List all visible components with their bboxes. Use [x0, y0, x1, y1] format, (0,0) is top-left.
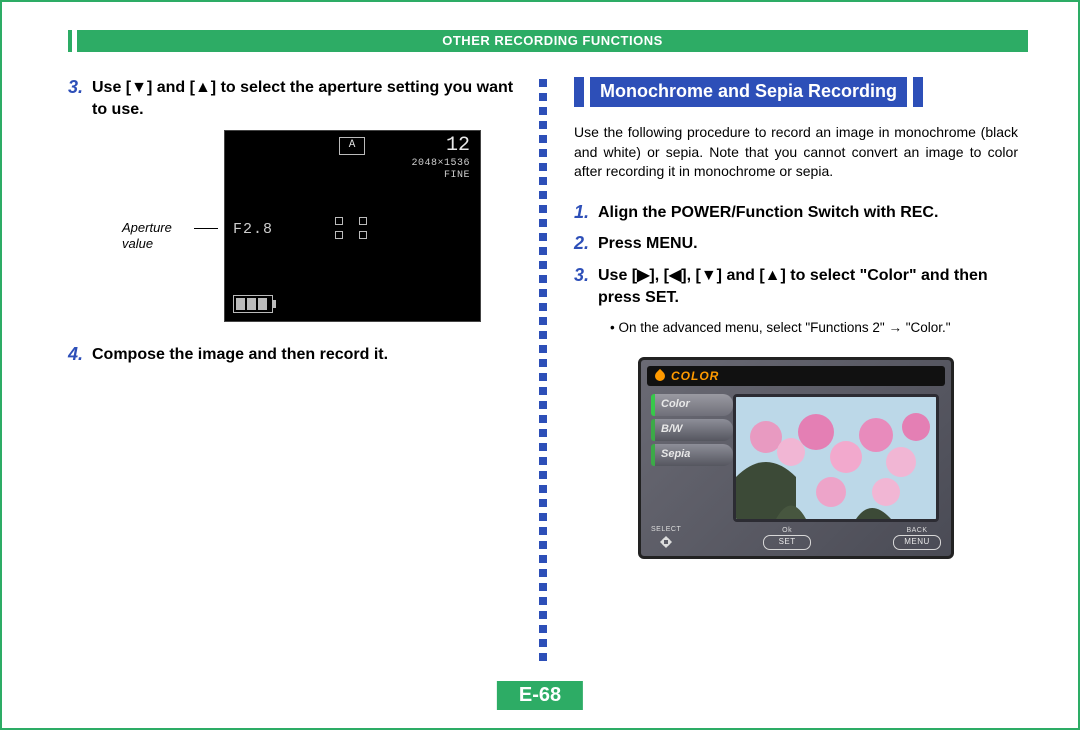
- color-preview: [733, 394, 939, 522]
- color-menu-tabs: Color B/W Sepia: [651, 394, 733, 469]
- sub-bullet: • On the advanced menu, select "Function…: [610, 318, 1018, 339]
- step-text: Use [▶], [◀], [▼] and [▲] to select "Col…: [598, 265, 1018, 308]
- color-menu-footer: SELECT Ok SET BACK MENU: [651, 522, 941, 550]
- lcd-figure: Aperture value A 12 2048×1536 FINE F2.8: [122, 130, 518, 322]
- mode-badge: A: [339, 137, 365, 155]
- flower-preview-icon: [736, 397, 936, 519]
- sub-bullet-text: On the advanced menu, select "Functions …: [618, 320, 950, 335]
- callout-line: [194, 228, 218, 229]
- step-3-left: 3. Use [▼] and [▲] to select the apertur…: [68, 77, 518, 120]
- aperture-value: F2.8: [233, 221, 273, 238]
- focus-frame-icon: [335, 217, 367, 239]
- color-tab-color[interactable]: Color: [651, 394, 733, 416]
- resolution-line1: 2048×1536: [411, 158, 470, 169]
- page-columns: 3. Use [▼] and [▲] to select the apertur…: [68, 77, 1028, 668]
- step-number: 3.: [68, 77, 92, 99]
- step-text: Compose the image and then record it.: [92, 344, 388, 366]
- intro-paragraph: Use the following procedure to record an…: [574, 123, 1018, 182]
- section-header: OTHER RECORDING FUNCTIONS: [77, 30, 1028, 52]
- color-tab-bw[interactable]: B/W: [651, 419, 733, 441]
- step-2-right: 2. Press MENU.: [574, 233, 1018, 255]
- color-menu-figure: COLOR Color B/W Sepia: [638, 357, 954, 559]
- step-number: 3.: [574, 265, 598, 287]
- footer-back: BACK MENU: [893, 527, 941, 550]
- dpad-icon: [658, 534, 674, 550]
- page-number: E-68: [497, 681, 583, 710]
- footer-ok: Ok SET: [763, 527, 811, 550]
- step-number: 2.: [574, 233, 598, 255]
- header-accent: [68, 30, 72, 52]
- column-divider: [538, 77, 548, 668]
- step-4-left: 4. Compose the image and then record it.: [68, 344, 518, 366]
- back-label: BACK: [906, 527, 927, 534]
- step-number: 4.: [68, 344, 92, 366]
- right-column: Monochrome and Sepia Recording Use the f…: [548, 77, 1018, 668]
- shots-remaining: 12: [446, 134, 470, 157]
- footer-select: SELECT: [651, 526, 681, 550]
- resolution-line2: FINE: [444, 170, 470, 181]
- step-text: Use [▼] and [▲] to select the aperture s…: [92, 77, 518, 120]
- menu-button-icon: MENU: [893, 535, 941, 550]
- step-3-right: 3. Use [▶], [◀], [▼] and [▲] to select "…: [574, 265, 1018, 308]
- left-column: 3. Use [▼] and [▲] to select the apertur…: [68, 77, 538, 668]
- aperture-caption: Aperture value: [122, 130, 188, 251]
- step-number: 1.: [574, 202, 598, 224]
- color-menu-header: COLOR: [647, 366, 945, 386]
- ok-label: Ok: [782, 527, 792, 534]
- step-text: Align the POWER/Function Switch with REC…: [598, 202, 938, 224]
- step-1-right: 1. Align the POWER/Function Switch with …: [574, 202, 1018, 224]
- camera-lcd: A 12 2048×1536 FINE F2.8: [224, 130, 481, 322]
- color-tab-sepia[interactable]: Sepia: [651, 444, 733, 466]
- set-button-icon: SET: [763, 535, 811, 550]
- battery-icon: [233, 295, 273, 313]
- manual-page: OTHER RECORDING FUNCTIONS 3. Use [▼] and…: [0, 0, 1080, 730]
- resolution-readout: 2048×1536 FINE: [411, 158, 470, 181]
- step-text: Press MENU.: [598, 233, 698, 255]
- subsection-heading: Monochrome and Sepia Recording: [584, 77, 913, 107]
